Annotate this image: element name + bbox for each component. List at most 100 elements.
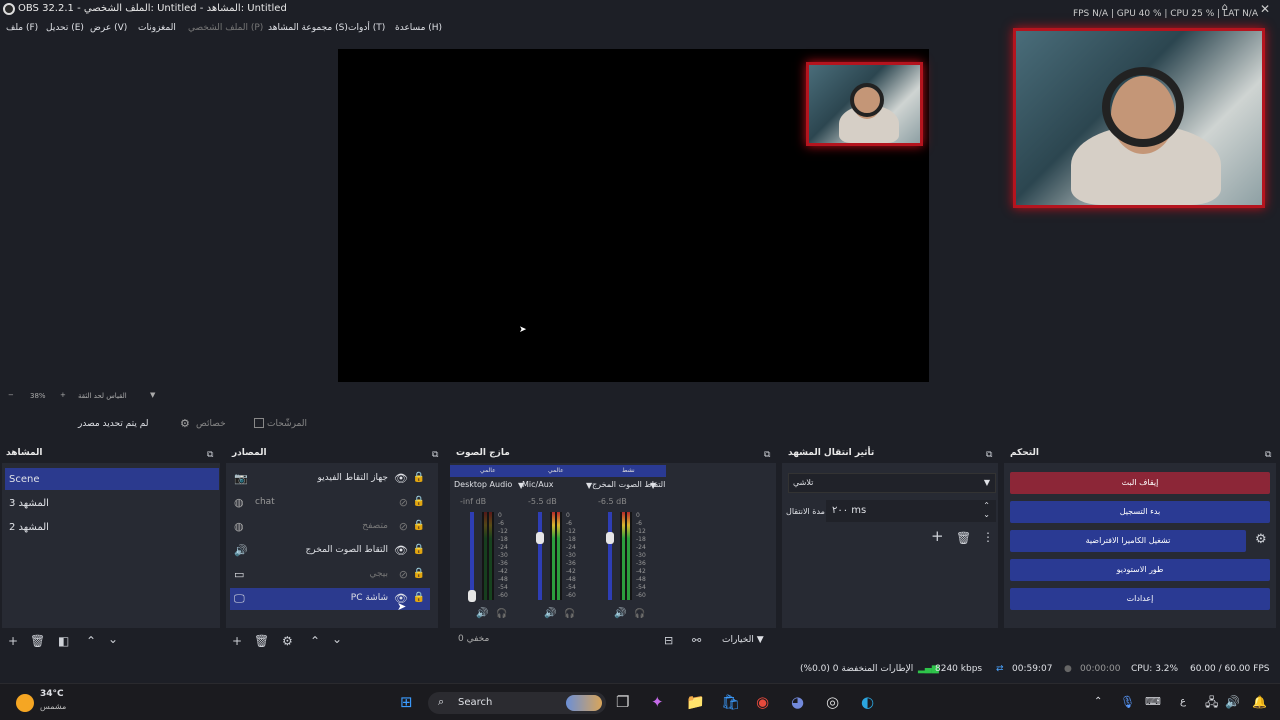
speaker-icon[interactable]: 🔊 — [544, 608, 556, 619]
notification-bell-icon[interactable]: 🔔 — [1252, 693, 1267, 711]
dock-float-icon[interactable]: ⧉ — [432, 449, 438, 461]
microphone-icon[interactable]: 🎙 — [1120, 693, 1135, 711]
filters-button[interactable]: المرشّحات — [267, 419, 307, 429]
eye-hidden-icon[interactable]: ⊘ — [399, 496, 408, 509]
zoom-in-icon[interactable]: + — [60, 391, 66, 399]
task-view-icon[interactable]: ❐ — [616, 693, 629, 711]
gear-icon[interactable]: ⚙ — [1255, 533, 1267, 546]
headphones-icon[interactable]: 🎧 — [564, 609, 575, 619]
duration-spinbox[interactable]: ٢٠٠ ms ⌃ ⌄ — [826, 500, 996, 522]
file-explorer-icon[interactable]: 📁 — [686, 693, 705, 711]
store-icon[interactable]: 🛍 — [721, 693, 740, 711]
dock-float-icon[interactable]: ⧉ — [1265, 449, 1271, 461]
fader-knob[interactable] — [468, 590, 476, 602]
options-button[interactable]: الخيارات ▼ — [722, 635, 764, 645]
chrome-icon[interactable]: ◉ — [756, 693, 769, 711]
fader-knob[interactable] — [536, 532, 544, 544]
menu-scene-collection[interactable]: مجموعة المشاهد (S) — [268, 23, 348, 33]
trash-icon[interactable]: 🗑 — [956, 532, 971, 544]
discord-icon[interactable]: ◕ — [791, 693, 804, 711]
volume-fader[interactable] — [538, 512, 542, 600]
menu-view[interactable]: عرض (V) — [90, 23, 127, 33]
menu-help[interactable]: مساعدة (H) — [395, 23, 442, 33]
speaker-icon[interactable]: 🔊 — [476, 608, 488, 619]
lock-icon[interactable]: 🔒 — [413, 496, 425, 507]
language-indicator[interactable]: ع — [1180, 696, 1186, 707]
chevron-down-icon[interactable]: ▼ — [150, 391, 155, 399]
dock-float-icon[interactable]: ⧉ — [986, 449, 992, 461]
chevron-down-icon[interactable]: ⌄ — [983, 510, 990, 519]
move-up-icon[interactable]: ⌃ — [310, 635, 320, 647]
stop-streaming-button[interactable]: إيقاف البث — [1010, 472, 1270, 494]
add-icon[interactable]: + — [931, 529, 944, 544]
weather-sun-icon[interactable] — [16, 694, 34, 712]
trash-icon[interactable]: 🗑 — [30, 635, 45, 647]
volume-fader[interactable] — [608, 512, 612, 600]
obs-taskbar-icon[interactable]: ◎ — [826, 693, 839, 711]
headphones-icon[interactable]: 🎧 — [496, 609, 507, 619]
transition-select[interactable]: تلاشي ▼ — [788, 473, 996, 493]
copilot-icon[interactable]: ✦ — [651, 693, 664, 711]
menu-profile[interactable]: الملف الشخصي (P) — [188, 23, 263, 33]
move-down-icon[interactable]: ⌄ — [332, 633, 342, 645]
scene-item[interactable]: المشهد 3 — [5, 492, 219, 514]
headphones-icon[interactable]: 🎧 — [634, 609, 645, 619]
network-icon[interactable]: 🖧 — [1205, 693, 1218, 711]
lock-icon[interactable]: 🔒 — [413, 592, 425, 603]
dock-float-icon[interactable]: ⧉ — [207, 449, 213, 461]
settings-button[interactable]: إعدادات — [1010, 588, 1270, 610]
menu-tools[interactable]: أدوات (T) — [348, 23, 385, 33]
add-icon[interactable]: + — [8, 635, 18, 647]
layout-icon[interactable]: ⊟ — [664, 635, 673, 647]
search-input[interactable]: ⌕ Search — [428, 692, 606, 714]
dock-float-icon[interactable]: ⧉ — [764, 449, 770, 461]
lock-icon[interactable]: 🔒 — [413, 544, 425, 555]
source-item[interactable]: ◍ متصفح ⊘ 🔒 — [230, 516, 430, 538]
filter-icon[interactable]: ◧ — [58, 635, 69, 647]
status-bar: الإطارات المنخفضة 0 (0.0%) ▂▄▆ 8240 kbps… — [0, 660, 1280, 680]
chevron-down-icon[interactable]: ▼ — [650, 481, 656, 490]
move-down-icon[interactable]: ⌄ — [108, 633, 118, 645]
zoom-out-icon[interactable]: − — [8, 391, 14, 399]
eye-hidden-icon[interactable]: ⊘ — [399, 520, 408, 533]
source-item[interactable]: ◍ chat ⊘ 🔒 — [230, 492, 430, 514]
menu-file[interactable]: ملف (F) — [6, 23, 38, 33]
scene-item[interactable]: المشهد 2 — [5, 516, 219, 538]
close-icon[interactable]: ✕ — [1260, 2, 1270, 16]
link-icon[interactable]: ⚯ — [692, 635, 701, 647]
lock-icon[interactable]: 🔒 — [413, 520, 425, 531]
start-recording-button[interactable]: بدء التسجيل — [1010, 501, 1270, 523]
add-icon[interactable]: + — [232, 635, 242, 647]
scene-item[interactable]: Scene — [5, 468, 219, 490]
menu-edit[interactable]: تحديل (E) — [46, 23, 84, 33]
eye-icon[interactable]: 👁 — [394, 472, 408, 485]
chevron-up-icon[interactable]: ⌃ — [983, 501, 990, 510]
volume-icon[interactable]: 🔊 — [1225, 693, 1240, 711]
windows-start-icon[interactable]: ⊞ — [400, 693, 413, 711]
volume-fader[interactable] — [470, 512, 474, 600]
channel-tag: عالمي — [480, 467, 496, 474]
source-item[interactable]: 📷 جهاز التقاط الفيديو 👁 🔒 — [230, 468, 430, 490]
menu-docks[interactable]: المغزونات — [138, 23, 176, 33]
eye-hidden-icon[interactable]: ⊘ — [399, 568, 408, 581]
trash-icon[interactable]: 🗑 — [254, 635, 269, 647]
zoom-mode[interactable]: القياس لحد الثقة — [78, 392, 127, 400]
source-item[interactable]: ▭ بيجي ⊘ 🔒 — [230, 564, 430, 586]
speaker-icon[interactable]: 🔊 — [614, 608, 626, 619]
keyboard-icon[interactable]: ⌨ — [1145, 693, 1161, 711]
mixer-panel-title: مازج الصوت — [456, 448, 510, 458]
source-item[interactable]: 🔊 التقاط الصوت المخرج 👁 🔒 — [230, 540, 430, 562]
webcam-preview-small[interactable] — [806, 62, 923, 146]
fader-knob[interactable] — [606, 532, 614, 544]
properties-button[interactable]: خصائص — [196, 419, 226, 429]
studio-mode-button[interactable]: طور الاستوديو — [1010, 559, 1270, 581]
gear-icon[interactable]: ⚙ — [282, 635, 293, 647]
edge-icon[interactable]: ◐ — [861, 693, 874, 711]
lock-icon[interactable]: 🔒 — [413, 568, 425, 579]
more-icon[interactable]: ⋮ — [982, 531, 994, 543]
eye-icon[interactable]: 👁 — [394, 544, 408, 557]
move-up-icon[interactable]: ⌃ — [86, 635, 96, 647]
chevron-up-icon[interactable]: ⌃ — [1094, 693, 1102, 711]
lock-icon[interactable]: 🔒 — [413, 472, 425, 483]
start-virtual-camera-button[interactable]: تشغيل الكاميرا الافتراضية — [1010, 530, 1246, 552]
